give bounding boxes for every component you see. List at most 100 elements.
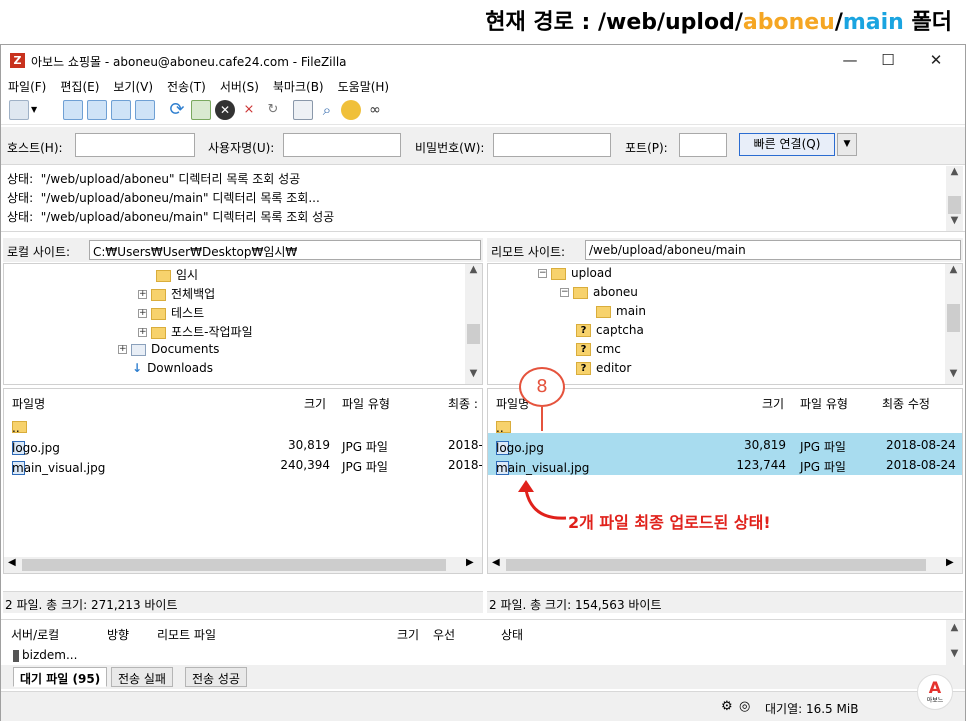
remote-horizontal-scrollbar[interactable]: ◀ ▶ (488, 557, 962, 573)
scroll-up-icon[interactable]: ▲ (946, 166, 963, 182)
tree-item-selected[interactable]: main (596, 304, 646, 323)
scroll-right-icon[interactable]: ▶ (466, 557, 474, 568)
scroll-thumb[interactable] (22, 559, 446, 571)
tree-item[interactable]: − aboneu (560, 285, 638, 304)
compare-icon[interactable]: ⌕ (317, 100, 337, 120)
file-row[interactable]: .. (488, 415, 962, 435)
queue-col-server[interactable]: 서버/로컬 (11, 626, 59, 643)
local-horizontal-scrollbar[interactable]: ◀ ▶ (4, 557, 482, 573)
tab-queued-files[interactable]: 대기 파일 (95) (13, 667, 108, 687)
cancel-icon[interactable]: ✕ (215, 100, 235, 120)
binoculars-search-icon[interactable]: ∞ (365, 100, 385, 120)
sync-browse-icon[interactable] (341, 100, 361, 120)
tree-item[interactable]: + 전체백업 (138, 285, 215, 304)
quickconnect-dropdown-icon[interactable]: ▼ (837, 133, 857, 156)
scroll-up-icon[interactable]: ▲ (465, 264, 482, 280)
close-button[interactable]: ✕ (921, 49, 951, 71)
scroll-thumb[interactable] (947, 304, 960, 332)
queue-col-status[interactable]: 상태 (501, 626, 523, 643)
scroll-left-icon[interactable]: ◀ (492, 557, 500, 568)
tree-item[interactable]: ? editor (576, 361, 631, 380)
menu-bookmarks[interactable]: 북마크(B) (266, 75, 331, 95)
log-scrollbar[interactable]: ▲ ▼ (946, 166, 963, 231)
scroll-up-icon[interactable]: ▲ (945, 264, 962, 280)
toggle-queue-icon[interactable] (135, 100, 155, 120)
tree-item[interactable]: − upload (538, 266, 612, 285)
column-header-name[interactable]: 파일명 (12, 395, 45, 412)
remote-tree-scrollbar[interactable]: ▲ ▼ (945, 264, 962, 384)
scroll-right-icon[interactable]: ▶ (946, 557, 954, 568)
local-path-input[interactable]: C:₩Users₩User₩Desktop₩임시₩ (89, 240, 481, 260)
queue-scrollbar[interactable]: ▲ ▼ (946, 620, 963, 666)
expand-icon[interactable]: + (118, 345, 127, 354)
port-input[interactable] (679, 133, 727, 157)
file-row[interactable]: logo.jpg 30,819 JPG 파일 2018- (4, 435, 482, 455)
scroll-up-icon[interactable]: ▲ (946, 622, 963, 638)
callout-leader-line (541, 407, 543, 431)
menu-file[interactable]: 파일(F) (1, 75, 53, 95)
toggle-local-tree-icon[interactable] (87, 100, 107, 120)
tab-failed-transfers[interactable]: 전송 실패 (111, 667, 173, 687)
menu-help[interactable]: 도움말(H) (331, 75, 397, 95)
local-tree-scrollbar[interactable]: ▲ ▼ (465, 264, 482, 384)
queue-col-direction[interactable]: 방향 (107, 626, 129, 643)
tree-item[interactable]: + 테스트 (138, 304, 204, 323)
password-input[interactable] (493, 133, 611, 157)
queue-col-priority[interactable]: 우선 (433, 626, 455, 643)
column-header-modified[interactable]: 최종 : (448, 395, 478, 412)
expand-icon[interactable]: + (138, 309, 147, 318)
queue-col-remote[interactable]: 리모트 파일 (157, 626, 216, 643)
log-line: 상태: "/web/upload/aboneu/main" 디렉터리 목록 조회… (7, 210, 335, 224)
file-row[interactable]: main_visual.jpg 240,394 JPG 파일 2018- (4, 455, 482, 475)
minimize-button[interactable]: — (835, 49, 865, 71)
disconnect-icon[interactable]: ⨯ (239, 100, 259, 120)
scroll-down-icon[interactable]: ▼ (946, 648, 963, 664)
column-header-size[interactable]: 크기 (304, 395, 326, 412)
scroll-down-icon[interactable]: ▼ (945, 368, 962, 384)
scroll-left-icon[interactable]: ◀ (8, 557, 16, 568)
menu-edit[interactable]: 편집(E) (53, 75, 106, 95)
scroll-down-icon[interactable]: ▼ (465, 368, 482, 384)
collapse-icon[interactable]: − (538, 269, 547, 278)
maximize-button[interactable]: ☐ (873, 49, 903, 71)
menu-server[interactable]: 서버(S) (213, 75, 266, 95)
expand-icon[interactable]: + (138, 290, 147, 299)
expand-icon[interactable]: + (138, 328, 147, 337)
quickconnect-button[interactable]: 빠른 연결(Q) (739, 133, 835, 156)
site-manager-dropdown-icon[interactable]: ▼ (31, 100, 41, 120)
column-header-modified[interactable]: 최종 수정 (882, 395, 930, 412)
collapse-icon[interactable]: − (560, 288, 569, 297)
menu-transfer[interactable]: 전송(T) (160, 75, 213, 95)
refresh-icon[interactable]: ⟳ (167, 100, 187, 120)
documents-icon (131, 343, 146, 356)
tree-item[interactable]: 임시 (156, 266, 198, 285)
filter-icon[interactable] (293, 100, 313, 120)
remote-path-input[interactable]: /web/upload/aboneu/main (585, 240, 961, 260)
column-header-size[interactable]: 크기 (762, 395, 784, 412)
scroll-thumb[interactable] (467, 324, 480, 344)
tree-item[interactable]: ? cmc (576, 342, 621, 361)
column-header-type[interactable]: 파일 유형 (800, 395, 848, 412)
scroll-down-icon[interactable]: ▼ (946, 215, 963, 231)
toggle-remote-tree-icon[interactable] (111, 100, 131, 120)
column-header-type[interactable]: 파일 유형 (342, 395, 390, 412)
file-row-selected[interactable]: logo.jpg 30,819 JPG 파일 2018-08-24 (488, 435, 962, 455)
username-input[interactable] (283, 133, 401, 157)
toggle-log-icon[interactable] (63, 100, 83, 120)
process-queue-icon[interactable] (191, 100, 211, 120)
tree-item[interactable]: ↓ Downloads (132, 361, 213, 380)
queue-row[interactable]: bizdem... (13, 648, 77, 662)
tree-item[interactable]: + 포스트-작업파일 (138, 323, 253, 342)
site-manager-icon[interactable] (9, 100, 29, 120)
reconnect-icon[interactable]: ↻ (263, 100, 283, 120)
scroll-thumb[interactable] (506, 559, 926, 571)
menu-view[interactable]: 보기(V) (106, 75, 160, 95)
scroll-thumb[interactable] (948, 196, 961, 214)
tree-item[interactable]: ? captcha (576, 323, 644, 342)
tab-successful-transfers[interactable]: 전송 성공 (185, 667, 247, 687)
queue-col-size[interactable]: 크기 (397, 626, 419, 643)
file-row[interactable]: .. (4, 415, 482, 435)
host-input[interactable] (75, 133, 195, 157)
tree-item[interactable]: + Documents (118, 342, 219, 361)
file-row-selected[interactable]: main_visual.jpg 123,744 JPG 파일 2018-08-2… (488, 455, 962, 475)
